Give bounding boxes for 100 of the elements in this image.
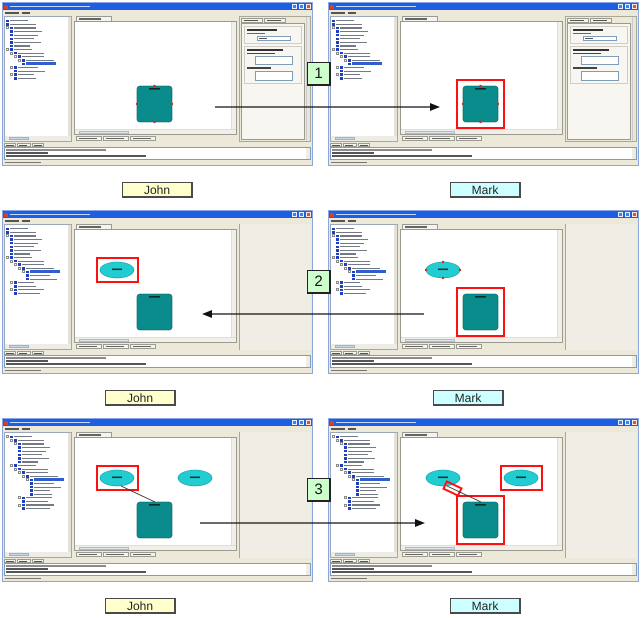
tree-item[interactable]	[10, 244, 34, 249]
canvas-tab[interactable]	[103, 136, 129, 141]
scroll-thumb[interactable]	[9, 137, 29, 140]
tree-item[interactable]	[18, 446, 50, 450]
tree-item[interactable]	[10, 248, 40, 252]
tree-item[interactable]	[332, 22, 362, 26]
scrollbar[interactable]	[68, 433, 71, 552]
selection-handle-icon[interactable]	[153, 120, 156, 124]
expander-icon[interactable]	[344, 496, 347, 500]
scrollbar[interactable]	[75, 129, 236, 134]
tree-item[interactable]	[22, 62, 56, 66]
scrollbar[interactable]	[5, 552, 71, 557]
minimize-button[interactable]	[618, 212, 623, 217]
tree-item[interactable]	[336, 72, 360, 76]
scrollbar[interactable]	[632, 564, 636, 575]
tree-item[interactable]	[356, 485, 386, 489]
scrollbar[interactable]	[632, 17, 636, 141]
maximize-button[interactable]	[299, 4, 304, 9]
scrollbar[interactable]	[306, 148, 310, 159]
rectangle-node[interactable]	[456, 79, 505, 129]
canvas-tab[interactable]	[429, 552, 455, 557]
selection-handle-icon[interactable]	[153, 84, 156, 88]
scrollbar[interactable]	[394, 433, 397, 552]
canvas-tab[interactable]	[456, 136, 482, 141]
expander-icon[interactable]	[18, 504, 21, 507]
rectangle-node[interactable]	[136, 84, 174, 124]
tree-item[interactable]	[356, 492, 378, 496]
tree-item[interactable]	[336, 33, 364, 37]
connector-line[interactable]	[120, 486, 156, 502]
close-button[interactable]	[306, 4, 311, 9]
tree-item[interactable]	[14, 467, 48, 471]
tree-item[interactable]	[340, 292, 366, 296]
tree-item[interactable]	[348, 62, 382, 66]
tree-item[interactable]	[18, 266, 54, 270]
maximize-button[interactable]	[625, 420, 630, 425]
connector-line[interactable]	[442, 480, 482, 502]
tree-item[interactable]	[336, 44, 356, 48]
tree-item[interactable]	[18, 456, 48, 460]
tree-item[interactable]	[18, 58, 54, 62]
minimize-button[interactable]	[292, 420, 297, 425]
tree-item[interactable]	[10, 51, 44, 55]
scrollbar[interactable]	[5, 136, 71, 141]
rectangle-node[interactable]	[456, 287, 505, 337]
expander-icon[interactable]	[332, 26, 335, 30]
scrollbar[interactable]	[5, 344, 71, 349]
tree-item[interactable]	[14, 284, 36, 288]
expander-icon[interactable]	[344, 504, 347, 507]
tree-item[interactable]	[348, 474, 384, 478]
tree-item[interactable]	[30, 485, 60, 489]
scrollbar[interactable]	[394, 17, 397, 136]
scrollbar[interactable]	[75, 337, 236, 342]
scrollbar[interactable]	[557, 438, 562, 545]
scroll-thumb[interactable]	[335, 137, 355, 140]
tree-item[interactable]	[26, 478, 64, 482]
scrollbar[interactable]	[401, 545, 562, 550]
tree-item[interactable]	[14, 292, 40, 296]
tree-item[interactable]	[6, 435, 32, 439]
tree-item[interactable]	[6, 230, 36, 234]
tree-item[interactable]	[352, 478, 390, 482]
input-field[interactable]	[581, 56, 619, 65]
tree-item[interactable]	[22, 500, 48, 504]
tree-item[interactable]	[348, 500, 374, 504]
tree-item[interactable]	[340, 442, 370, 446]
scrollbar[interactable]	[557, 230, 562, 337]
canvas-tab[interactable]	[429, 344, 455, 349]
tree-item[interactable]	[336, 51, 370, 55]
scrollbar[interactable]	[306, 356, 310, 367]
close-button[interactable]	[632, 420, 637, 425]
input-field[interactable]	[257, 36, 291, 41]
canvas-tab[interactable]	[402, 552, 428, 557]
tree-item[interactable]	[10, 438, 44, 442]
tree-item[interactable]	[336, 238, 368, 242]
selection-handle-icon[interactable]	[479, 84, 482, 88]
tree-item[interactable]	[340, 262, 370, 267]
tree-item[interactable]	[336, 244, 360, 249]
scroll-thumb[interactable]	[79, 338, 129, 342]
scrollbar[interactable]	[331, 344, 397, 349]
scroll-thumb[interactable]	[9, 553, 29, 556]
tree-item[interactable]	[10, 252, 30, 256]
tree-item[interactable]	[336, 288, 370, 292]
minimize-button[interactable]	[618, 4, 623, 9]
tree-item[interactable]	[6, 48, 32, 52]
close-button[interactable]	[306, 420, 311, 425]
canvas-tab[interactable]	[456, 344, 482, 349]
canvas-tab[interactable]	[402, 136, 428, 141]
rectangle-node[interactable]	[136, 502, 172, 538]
tree-item[interactable]	[356, 488, 376, 492]
canvas-tab[interactable]	[130, 552, 156, 557]
tree-item[interactable]	[336, 36, 360, 41]
tree-item[interactable]	[344, 456, 374, 460]
tree-item[interactable]	[18, 460, 38, 464]
tree-item[interactable]	[10, 66, 38, 70]
tree-item[interactable]	[344, 452, 368, 457]
tree-item[interactable]	[22, 270, 60, 274]
tree-item[interactable]	[344, 496, 378, 500]
tree-item[interactable]	[332, 234, 362, 238]
tree-item[interactable]	[6, 26, 36, 30]
tree-item[interactable]	[22, 506, 50, 510]
expander-icon[interactable]	[332, 234, 335, 238]
input-field[interactable]	[255, 70, 293, 80]
